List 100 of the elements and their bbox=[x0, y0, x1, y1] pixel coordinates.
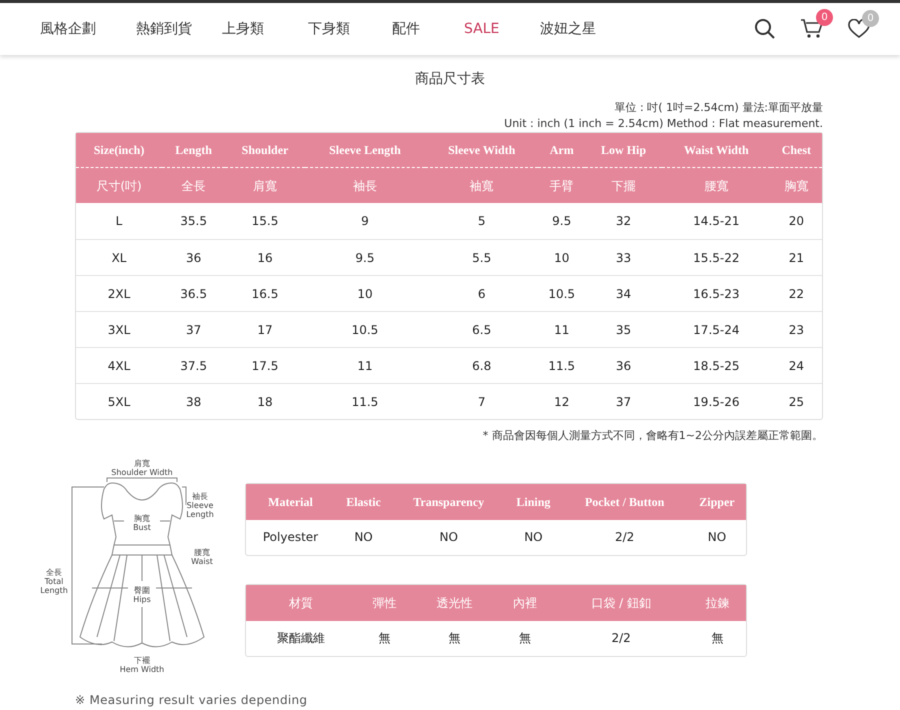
nav-link[interactable]: 風格企劃 bbox=[40, 18, 136, 40]
heart-icon bbox=[848, 19, 870, 39]
table-cell: 38 bbox=[162, 383, 226, 419]
table-cell: 3XL bbox=[76, 311, 162, 347]
table-cell: 19.5-26 bbox=[662, 383, 771, 419]
table-cell-text: 無 bbox=[448, 630, 462, 647]
nav-link[interactable]: SALE bbox=[464, 18, 540, 40]
table-cell: 37 bbox=[162, 311, 226, 347]
measurement-label: 胸寬 Bust bbox=[133, 514, 151, 532]
measurement-label: 下襬 Hem Width bbox=[120, 656, 164, 674]
column-header: Chest bbox=[770, 133, 822, 168]
table-cell-text: 無 bbox=[377, 630, 392, 647]
table-cell-text: 9.5 bbox=[551, 213, 572, 230]
cart-button[interactable] bbox=[800, 18, 824, 40]
column-header: 內裡 bbox=[496, 584, 554, 620]
nav-link[interactable]: 熱銷到貨 bbox=[136, 18, 222, 40]
table-cell-text: 20 bbox=[788, 213, 805, 230]
table-cell-text: 2/2 bbox=[610, 630, 632, 647]
column-header: Sleeve Length bbox=[304, 133, 426, 168]
unit-note: 單位 : 吋( 1吋=2.54cm) 量法:單面平放量 bbox=[614, 100, 823, 116]
table-cell: 11 bbox=[304, 347, 426, 383]
table-cell-text: Polyester bbox=[262, 529, 320, 546]
table-cell: 33 bbox=[585, 239, 662, 275]
column-header: Lining bbox=[505, 484, 562, 520]
column-header: 胸寬 bbox=[770, 168, 822, 203]
table-cell: 16.5 bbox=[225, 275, 305, 311]
table-cell: 17.5-24 bbox=[662, 311, 771, 347]
column-header: Low Hip bbox=[585, 133, 662, 168]
table-cell: 16.5-23 bbox=[662, 275, 771, 311]
table-cell: 4XL bbox=[76, 347, 162, 383]
table-cell: 11.5 bbox=[304, 383, 426, 419]
column-header: Shoulder bbox=[225, 133, 305, 168]
table-cell: 18.5-25 bbox=[662, 347, 771, 383]
table-cell: 6 bbox=[425, 275, 538, 311]
table-cell-text: 2/2 bbox=[614, 529, 636, 546]
tolerance-note: * 商品會因每個人測量方式不同，會略有1~2公分內誤差屬正常範圍。 bbox=[482, 428, 823, 444]
column-header: Length bbox=[162, 133, 226, 168]
table-cell-text: 9 bbox=[360, 213, 370, 230]
table-cell: 2XL bbox=[76, 275, 162, 311]
table-cell: 23 bbox=[770, 311, 822, 347]
column-header: 透光性 bbox=[412, 584, 496, 620]
table-cell-text: NO bbox=[353, 529, 374, 546]
table-cell: 9.5 bbox=[304, 239, 426, 275]
column-header: 腰寬 bbox=[662, 168, 771, 203]
table-cell: 24 bbox=[770, 347, 822, 383]
column-header: 彈性 bbox=[356, 584, 413, 620]
table-cell: 10.5 bbox=[538, 275, 586, 311]
table-cell-text: NO bbox=[523, 529, 544, 546]
table-cell: 5.5 bbox=[425, 239, 538, 275]
column-header: 材質 bbox=[246, 584, 356, 620]
table-cell: 36 bbox=[585, 347, 662, 383]
column-header: Material bbox=[246, 484, 336, 520]
column-header: 全長 bbox=[162, 168, 226, 203]
table-cell-text: 聚酯纖維 bbox=[276, 630, 326, 647]
search-icon bbox=[754, 18, 776, 40]
size-chart-subtitle: 商品尺寸表 bbox=[414, 70, 486, 89]
column-header: Waist Width bbox=[662, 133, 771, 168]
nav-link[interactable]: 下身類 bbox=[308, 18, 392, 40]
table-cell: 18 bbox=[225, 383, 305, 419]
table-cell-text: L bbox=[114, 213, 124, 230]
measurement-label: 全長 Total Length bbox=[40, 568, 68, 594]
unit-note: Unit : inch (1 inch = 2.54cm) Method : Flat measurement. bbox=[503, 116, 823, 132]
table-cell: 36 bbox=[162, 239, 226, 275]
table-cell-text: NO bbox=[706, 529, 728, 546]
column-header: 肩寬 bbox=[225, 168, 305, 203]
nav-link[interactable]: 上身類 bbox=[222, 18, 308, 40]
table-cell: 15.5-22 bbox=[662, 239, 771, 275]
column-header: Arm bbox=[538, 133, 586, 168]
table-cell: 11 bbox=[538, 311, 586, 347]
wishlist-count-badge: 0 bbox=[862, 10, 879, 27]
wishlist-button[interactable] bbox=[848, 19, 870, 39]
measurement-label: 腰寬 Waist bbox=[191, 548, 213, 566]
table-cell: 10.5 bbox=[304, 311, 426, 347]
table-cell: 12 bbox=[538, 383, 586, 419]
table-cell: 11.5 bbox=[538, 347, 586, 383]
table-cell: 37 bbox=[585, 383, 662, 419]
table-cell: 10 bbox=[304, 275, 426, 311]
table-cell: 10 bbox=[538, 239, 586, 275]
nav-link[interactable]: 波妞之星 bbox=[540, 18, 636, 40]
column-header: Zipper bbox=[688, 484, 746, 520]
table-cell: 35 bbox=[585, 311, 662, 347]
measurement-label: 肩寬 Shoulder Width bbox=[111, 458, 173, 476]
search-button[interactable] bbox=[754, 18, 776, 40]
measurement-label: 臀圍 Hips bbox=[133, 586, 151, 604]
measurement-label: 袖長 Sleeve Length bbox=[186, 492, 214, 518]
table-cell-text: 無 bbox=[710, 630, 724, 647]
table-cell: 17.5 bbox=[225, 347, 305, 383]
table-cell-text: 14.5-21 bbox=[692, 213, 740, 230]
table-cell: 17 bbox=[225, 311, 305, 347]
column-header: Pocket / Button bbox=[561, 484, 688, 520]
table-cell: 7 bbox=[425, 383, 538, 419]
column-header: 口袋 / 鈕釦 bbox=[553, 584, 689, 620]
nav-link[interactable]: 配件 bbox=[392, 18, 464, 40]
table-cell-text: NO bbox=[438, 529, 459, 546]
table-cell: 16 bbox=[225, 239, 305, 275]
table-cell-text: 無 bbox=[518, 630, 532, 647]
column-header: 下擺 bbox=[585, 168, 662, 203]
table-cell: 6.8 bbox=[425, 347, 538, 383]
cart-icon bbox=[800, 18, 824, 40]
table-cell: 21 bbox=[770, 239, 822, 275]
